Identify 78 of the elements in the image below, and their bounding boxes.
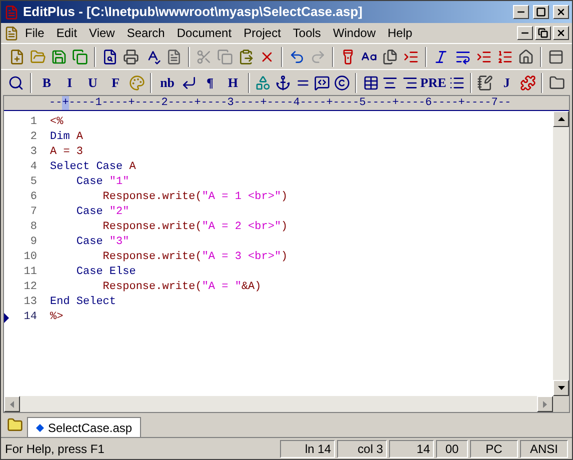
line-number: 14 bbox=[22, 310, 37, 325]
status-panel: ANSI bbox=[520, 440, 568, 458]
format-button[interactable]: ¶ bbox=[198, 72, 221, 94]
folder-icon[interactable] bbox=[7, 417, 23, 433]
line-number: 6 bbox=[29, 190, 37, 205]
code-line: Response.write("A = "&A) bbox=[102, 280, 262, 295]
scroll-left-button[interactable] bbox=[4, 396, 20, 412]
minimize-icon[interactable] bbox=[513, 5, 529, 19]
menu-item[interactable]: Search bbox=[120, 24, 171, 42]
diamond-icon bbox=[36, 424, 44, 432]
format-button[interactable]: nb bbox=[156, 72, 178, 94]
format-button[interactable]: H bbox=[222, 72, 244, 94]
code-line: Dim A bbox=[50, 130, 84, 145]
line-number: 8 bbox=[29, 220, 37, 235]
code-line: Response.write("A = 3 <br>") bbox=[102, 250, 288, 265]
current-line-marker-icon bbox=[4, 312, 9, 322]
scroll-down-button[interactable] bbox=[553, 380, 569, 396]
menu-item[interactable]: Project bbox=[238, 24, 287, 42]
format-button[interactable]: F bbox=[104, 72, 127, 94]
app-icon bbox=[4, 4, 19, 20]
close-icon[interactable] bbox=[553, 26, 569, 40]
restore-icon[interactable] bbox=[535, 26, 551, 40]
down-arrow-icon bbox=[558, 386, 564, 390]
status-panel: PC bbox=[470, 440, 518, 458]
horizontal-scrollbar[interactable] bbox=[4, 396, 553, 412]
line-number: 9 bbox=[29, 235, 37, 250]
scrollbar-corner bbox=[553, 396, 569, 412]
menu-item[interactable]: Tools bbox=[286, 24, 327, 42]
menu-item[interactable]: View bbox=[83, 24, 121, 42]
line-number: 7 bbox=[29, 205, 37, 220]
code-line: Response.write("A = 2 <br>") bbox=[102, 220, 288, 235]
ruler: --+----1----+----2----+----3----+----4----+----5----+----6----+----7-- bbox=[49, 96, 512, 110]
scroll-up-button[interactable] bbox=[553, 111, 569, 127]
line-number: 13 bbox=[22, 295, 37, 310]
line-number: 12 bbox=[22, 280, 37, 295]
code-line: <% bbox=[50, 115, 64, 130]
status-panel: 14 bbox=[389, 440, 434, 458]
menu-item[interactable]: Edit bbox=[50, 24, 84, 42]
menu-item[interactable]: Window bbox=[326, 24, 382, 42]
close-icon[interactable] bbox=[553, 5, 569, 19]
code-line: Select Case A bbox=[50, 160, 136, 175]
minimize-icon[interactable] bbox=[517, 26, 533, 40]
code-line: Response.write("A = 1 <br>") bbox=[102, 190, 288, 205]
window-title: EditPlus - [C:\Inetpub\wwwroot\myasp\SelectCase.asp] bbox=[23, 3, 364, 22]
vertical-scrollbar[interactable] bbox=[553, 111, 569, 396]
status-panel: 00 bbox=[436, 440, 468, 458]
code-line: A = 3 bbox=[50, 145, 84, 160]
menu-item[interactable]: Document bbox=[170, 24, 238, 42]
line-number: 10 bbox=[22, 250, 37, 265]
status-text: For Help, press F1 bbox=[5, 440, 106, 458]
line-number: 1 bbox=[29, 115, 37, 130]
status-panel: col 3 bbox=[337, 440, 387, 458]
status-panel: ln 14 bbox=[280, 440, 335, 458]
scroll-right-button[interactable] bbox=[537, 396, 553, 412]
format-button[interactable]: J bbox=[496, 72, 518, 94]
code-line: Case "3" bbox=[75, 235, 130, 250]
menu-item[interactable]: File bbox=[19, 24, 50, 42]
format-button[interactable]: PRE bbox=[420, 72, 446, 94]
format-button[interactable]: U bbox=[82, 72, 104, 94]
code-line: Case "1" bbox=[75, 175, 130, 190]
line-number: 4 bbox=[29, 160, 37, 175]
line-number: 2 bbox=[29, 130, 37, 145]
menu-item[interactable]: Help bbox=[382, 24, 418, 42]
file-tab[interactable]: SelectCase.asp bbox=[27, 417, 142, 437]
line-number: 5 bbox=[29, 175, 37, 190]
left-arrow-icon bbox=[10, 400, 14, 408]
maximize-icon[interactable] bbox=[533, 5, 549, 19]
code-line: Case Else bbox=[75, 265, 136, 280]
right-arrow-icon bbox=[543, 400, 547, 408]
document-icon bbox=[4, 26, 19, 40]
up-arrow-icon bbox=[558, 117, 564, 121]
format-button[interactable]: B bbox=[36, 72, 58, 94]
code-line: %> bbox=[50, 310, 64, 325]
line-number: 11 bbox=[22, 265, 37, 280]
line-number: 3 bbox=[29, 145, 37, 160]
code-line: End Select bbox=[50, 295, 116, 310]
format-button[interactable]: I bbox=[58, 72, 81, 94]
code-line: Case "2" bbox=[75, 205, 130, 220]
